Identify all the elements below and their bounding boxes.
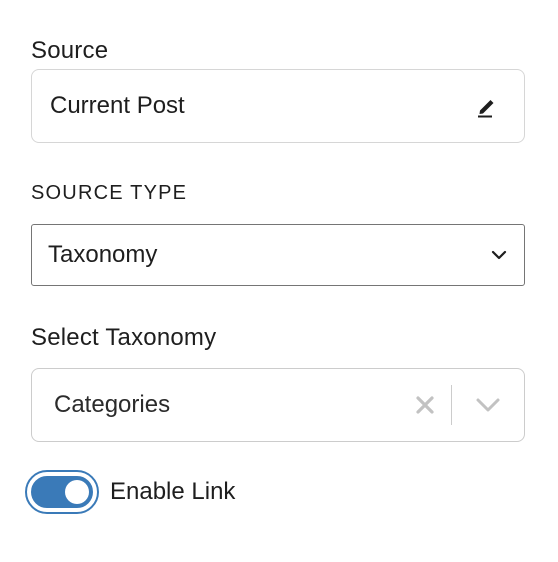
enable-link-toggle[interactable] [25, 470, 99, 514]
clear-taxonomy-button[interactable] [401, 381, 449, 429]
toggle-thumb [65, 480, 89, 504]
enable-link-toggle-row[interactable]: Enable Link [25, 470, 235, 514]
source-type-label: SOURCE TYPE [31, 182, 188, 204]
taxonomy-value: Categories [54, 391, 171, 418]
toggle-track [29, 474, 95, 510]
chevron-down-icon [476, 398, 500, 412]
chevron-down-icon [491, 250, 507, 260]
taxonomy-label: Select Taxonomy [31, 324, 217, 351]
source-label: Source [31, 37, 109, 64]
source-field[interactable]: Current Post [31, 69, 525, 143]
enable-link-label: Enable Link [110, 478, 236, 505]
source-value: Current Post [50, 92, 185, 119]
edit-source-button[interactable] [472, 92, 500, 120]
close-icon [416, 396, 434, 414]
pencil-icon [478, 100, 494, 118]
taxonomy-dropdown-toggle[interactable] [452, 381, 524, 429]
source-type-value: Taxonomy [48, 241, 158, 268]
taxonomy-select[interactable]: Categories [31, 368, 525, 442]
source-type-select[interactable]: Taxonomy [31, 224, 525, 286]
settings-panel: Source Current Post SOURCE TYPE Taxonomy… [0, 0, 558, 562]
